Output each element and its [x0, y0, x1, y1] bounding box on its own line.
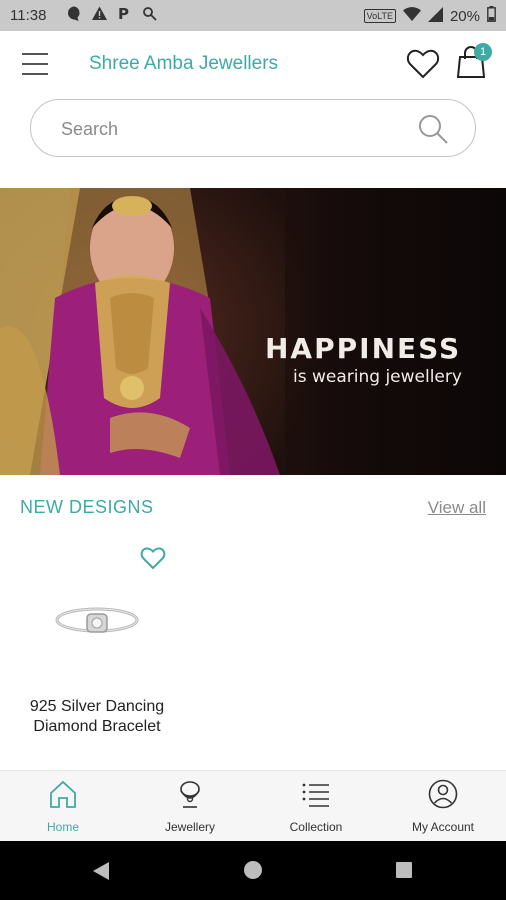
battery-icon	[487, 6, 496, 26]
banner-subline: is wearing jewellery	[293, 367, 462, 387]
product-image	[55, 607, 139, 633]
battery-percent: 20%	[449, 7, 480, 25]
home-button-icon[interactable]	[244, 861, 262, 879]
nav-item-jewellery[interactable]: Jewellery	[127, 771, 253, 842]
svg-text:P: P	[118, 5, 129, 22]
app-title: Shree Amba Jewellers	[89, 53, 279, 74]
volte-badge: VoLTE	[363, 9, 396, 23]
cart-button[interactable]: 1	[456, 43, 492, 81]
bottom-navigation: Home Jewellery Collection My Account	[0, 770, 506, 842]
data-saver-icon	[141, 5, 158, 22]
search-input[interactable]	[59, 114, 403, 144]
wifi-icon	[402, 7, 421, 25]
home-icon	[50, 780, 76, 808]
nav-label-jewellery: Jewellery	[164, 820, 215, 834]
menu-button[interactable]	[22, 53, 48, 75]
search-icon[interactable]	[417, 113, 449, 145]
product-card[interactable]: 925 Silver Dancing Diamond Bracelet	[12, 540, 182, 750]
list-icon	[302, 783, 329, 807]
signal-icon	[427, 6, 443, 26]
banner-headline: HAPPINESS	[265, 332, 462, 365]
nav-item-home[interactable]: Home	[0, 771, 126, 842]
system-navigation-bar	[0, 841, 506, 900]
nav-label-my-account: My Account	[411, 820, 475, 834]
notification-icons: P	[66, 5, 158, 23]
warning-icon	[91, 5, 108, 22]
status-time: 11:38	[10, 7, 47, 24]
menu-icon	[22, 53, 48, 55]
recent-apps-icon[interactable]	[396, 862, 412, 878]
product-name: 925 Silver Dancing Diamond Bracelet	[29, 698, 165, 735]
nav-label-home: Home	[46, 820, 79, 834]
status-bar: 11:38 P VoLTE 20%	[0, 0, 506, 31]
chat-icon	[66, 5, 83, 22]
bride-jewellery-image	[0, 188, 300, 475]
wishlist-button[interactable]	[406, 48, 440, 80]
nav-label-collection: Collection	[289, 820, 343, 834]
heart-icon[interactable]	[140, 546, 166, 570]
account-icon	[428, 779, 458, 809]
app-header: Shree Amba Jewellers 1	[0, 31, 506, 101]
section-title-new-designs: NEW DESIGNS	[20, 497, 154, 517]
parking-icon: P	[116, 5, 133, 23]
view-all-link[interactable]: View all	[428, 498, 486, 518]
cart-count-badge: 1	[474, 43, 492, 61]
promo-banner[interactable]: HAPPINESS is wearing jewellery	[0, 188, 506, 475]
back-icon[interactable]	[92, 861, 110, 881]
nav-item-collection[interactable]: Collection	[253, 771, 379, 842]
heart-icon	[406, 49, 440, 79]
search-bar	[30, 99, 476, 157]
necklace-icon	[180, 781, 200, 808]
nav-item-my-account[interactable]: My Account	[380, 771, 506, 842]
